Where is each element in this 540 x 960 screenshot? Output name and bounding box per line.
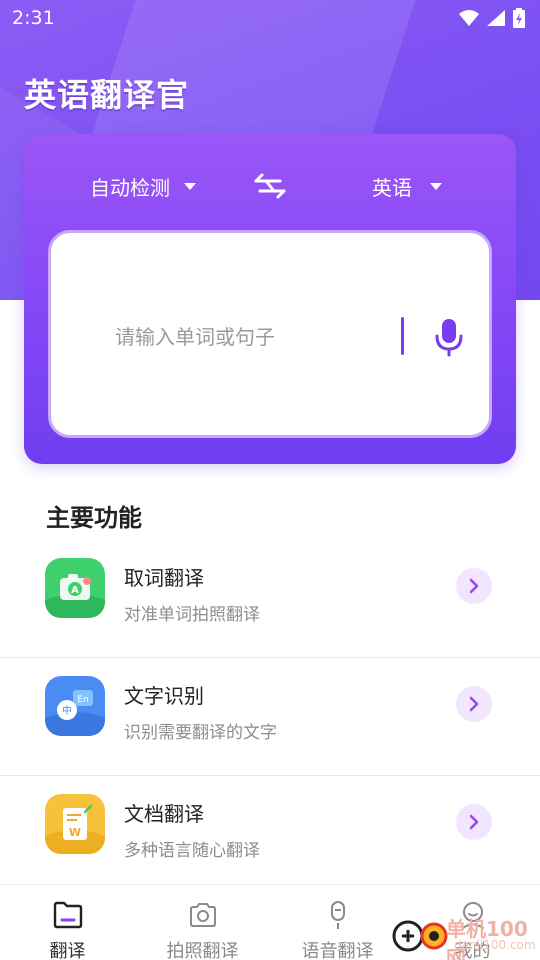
feature-title: 文档翻译: [124, 802, 204, 826]
chevron-right-icon[interactable]: [456, 686, 492, 722]
feature-title: 文字识别: [124, 684, 204, 708]
swap-languages-icon[interactable]: [250, 172, 290, 200]
feature-subtitle: 对准单词拍照翻译: [124, 605, 260, 625]
translator-card: 自动检测 英语 请输入单词或句子: [24, 134, 516, 464]
svg-text:A: A: [71, 585, 79, 596]
source-language-dropdown[interactable]: 自动检测: [90, 172, 196, 201]
microphone-icon: [330, 901, 345, 929]
nav-translate[interactable]: 翻译: [0, 885, 135, 960]
target-language-dropdown[interactable]: 英语: [372, 172, 442, 201]
svg-text:W: W: [69, 826, 81, 839]
feature-document-translation[interactable]: W 文档翻译 多种语言随心翻译: [0, 776, 540, 894]
input-placeholder: 请输入单词或句子: [115, 325, 275, 349]
svg-text:En: En: [77, 695, 88, 705]
watermark-url: danji100.com: [454, 938, 536, 952]
translation-input[interactable]: 请输入单词或句子: [48, 230, 492, 438]
feature-title: 取词翻译: [124, 566, 204, 590]
camera-scan-icon: A: [45, 558, 105, 618]
chevron-right-icon[interactable]: [456, 804, 492, 840]
nav-label: 语音翻译: [301, 941, 374, 960]
chevron-down-icon: [184, 183, 196, 190]
feature-subtitle: 识别需要翻译的文字: [124, 723, 277, 743]
signal-icon: [487, 10, 505, 26]
watermark-logo-icon: [392, 920, 448, 952]
folder-icon: [53, 901, 82, 929]
feature-word-capture[interactable]: A 取词翻译 对准单词拍照翻译: [0, 540, 540, 658]
section-title: 主要功能: [46, 504, 142, 532]
watermark: 单机100网 danji100.com: [388, 910, 540, 960]
microphone-icon[interactable]: [433, 317, 465, 357]
text-cursor: [401, 317, 404, 355]
target-language-label: 英语: [372, 176, 412, 200]
battery-icon: [513, 8, 525, 28]
nav-label: 翻译: [49, 941, 86, 960]
source-language-label: 自动检测: [90, 176, 170, 200]
nav-voice-translate[interactable]: 语音翻译: [270, 885, 405, 960]
svg-text:中: 中: [62, 704, 72, 717]
feature-subtitle: 多种语言随心翻译: [124, 841, 260, 861]
text-recognition-icon: En 中: [45, 676, 105, 736]
app-title: 英语翻译官: [24, 76, 190, 114]
nav-label: 拍照翻译: [166, 941, 239, 960]
watermark-text: 单机100网: [446, 917, 528, 960]
nav-photo-translate[interactable]: 拍照翻译: [135, 885, 270, 960]
feature-text-recognition[interactable]: En 中 文字识别 识别需要翻译的文字: [0, 658, 540, 776]
wifi-icon: [459, 10, 479, 26]
status-time: 2:31: [12, 7, 55, 29]
camera-icon: [189, 903, 216, 927]
chevron-right-icon[interactable]: [456, 568, 492, 604]
chevron-down-icon: [430, 183, 442, 190]
status-bar: 2:31: [0, 0, 540, 36]
language-selector-row: 自动检测 英语: [24, 164, 516, 208]
document-icon: W: [45, 794, 105, 854]
